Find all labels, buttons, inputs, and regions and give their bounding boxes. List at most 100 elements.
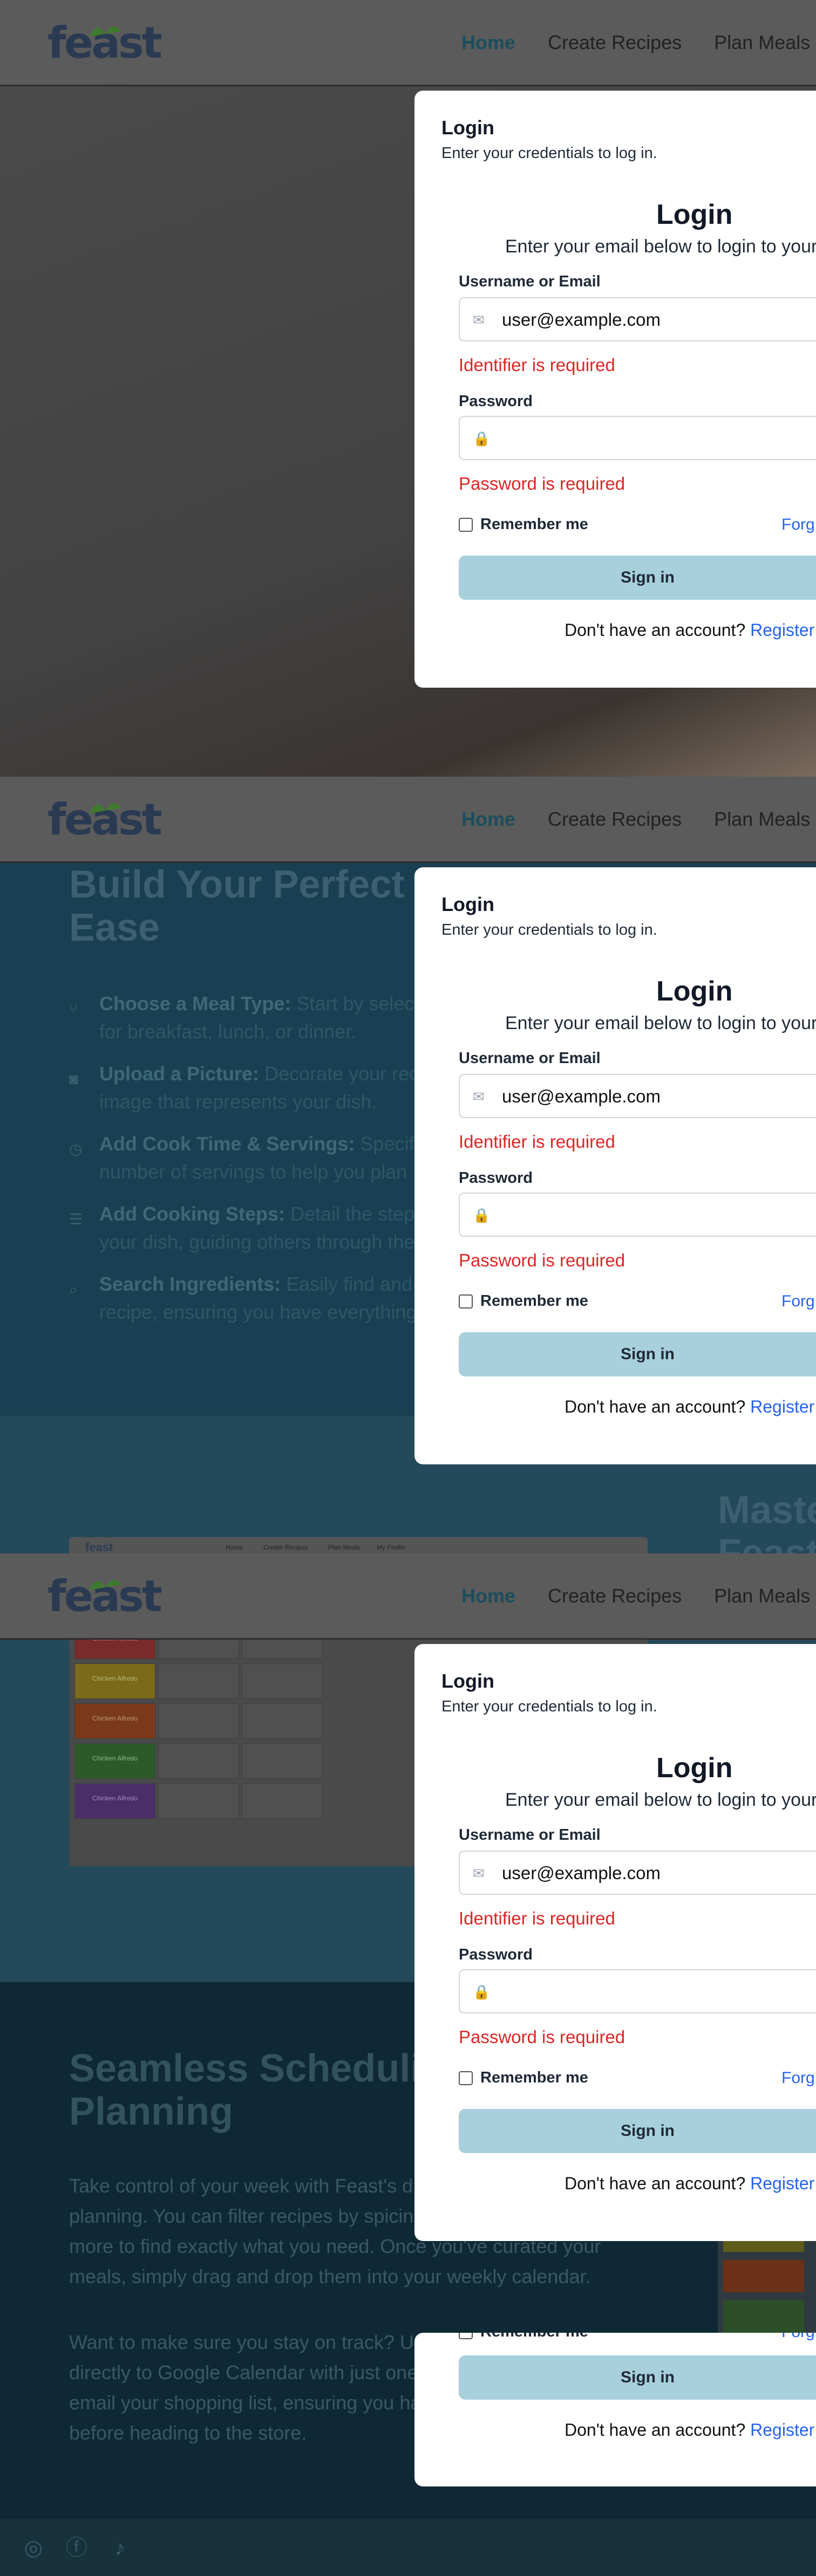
remember-checkbox[interactable] [459, 1294, 473, 1308]
identifier-input[interactable] [502, 307, 816, 333]
register-link[interactable]: Register [750, 1397, 814, 1416]
preview-meal-card: Chicken Alfredo [74, 1743, 155, 1779]
identifier-error: Identifier is required [459, 1908, 615, 1928]
leaf-icon [89, 803, 121, 813]
preview-meal-card: Chicken Alfredo [74, 1703, 155, 1739]
login-modal: Login Enter your credentials to log in. … [414, 1644, 816, 2241]
preview-grid-cell [158, 1703, 239, 1739]
register-link[interactable]: Register [750, 620, 814, 640]
nav-home[interactable]: Home [461, 31, 515, 54]
main-nav: Home Create Recipes Plan Meals [461, 31, 810, 54]
leaf-icon [89, 26, 121, 37]
password-label: Password [459, 1169, 533, 1187]
instagram-icon[interactable]: ◎ [22, 2536, 45, 2560]
site-header: feast Home Create Recipes Plan Meals [0, 777, 816, 863]
password-error: Password is required [459, 1250, 625, 1270]
login-modal: Login Enter your credentials to log in. … [414, 867, 816, 1464]
password-error: Password is required [459, 474, 625, 494]
no-account-text: Don't have an account? Register [565, 2174, 815, 2193]
preview-nav-create: Create Recipes [263, 1544, 308, 1551]
footer: ◎ ⓕ ♪ [0, 2519, 816, 2576]
twitter-icon[interactable]: ♪ [108, 2536, 132, 2560]
remember-me[interactable]: Remember me [459, 2069, 588, 2087]
nav-plan-meals[interactable]: Plan Meals [714, 31, 810, 54]
identifier-error: Identifier is required [459, 355, 615, 375]
remember-checkbox[interactable] [459, 2333, 473, 2339]
preview-meal-card: Chicken Alfredo [74, 1783, 155, 1819]
leaf-icon [89, 1580, 121, 1590]
remember-me[interactable]: Remember me [459, 1292, 588, 1310]
sign-in-button[interactable]: Sign in [459, 1332, 816, 1376]
feature-steps: ☰ Add Cooking Steps: Detail the steps your… [69, 1203, 425, 1253]
card-subtitle: Enter your email below to login to your … [505, 1013, 816, 1033]
preview-grid-cell [242, 1703, 323, 1739]
identifier-field[interactable]: ✉ [459, 297, 816, 341]
mail-icon: ✉ [473, 312, 485, 328]
remember-label: Remember me [480, 2333, 588, 2341]
register-link[interactable]: Register [750, 2174, 814, 2193]
remember-label: Remember me [480, 516, 588, 533]
identifier-input[interactable] [502, 1860, 816, 1886]
password-field[interactable]: 🔒 [459, 416, 816, 460]
nav-create-recipes[interactable]: Create Recipes [548, 808, 682, 831]
nav-plan-meals[interactable]: Plan Meals [714, 1585, 810, 1607]
sched-title: Seamless Scheduli Planning [69, 2047, 421, 2133]
feature-search: ⌕ Search Ingredients: Easily find and reci… [69, 1273, 417, 1323]
card-subtitle: Enter your email below to login to your … [505, 236, 816, 257]
mail-icon: ✉ [473, 1865, 485, 1881]
remember-checkbox[interactable] [459, 517, 473, 532]
nav-plan-meals[interactable]: Plan Meals [714, 808, 810, 831]
nav-home[interactable]: Home [461, 1585, 515, 1607]
card-title: Login [656, 199, 733, 230]
sign-in-button[interactable]: Sign in [459, 2355, 816, 2400]
password-input[interactable] [502, 1202, 816, 1228]
remember-me[interactable]: Remember me [459, 516, 588, 533]
clock-icon: ◷ [69, 1141, 83, 1157]
forgot-password-link[interactable]: Forg [781, 2069, 815, 2087]
thumb-meal-card [723, 2260, 804, 2292]
modal-title: Login [441, 893, 494, 915]
card-title: Login [656, 1752, 733, 1784]
preview-grid-cell [158, 1783, 239, 1819]
identifier-field[interactable]: ✉ [459, 1851, 816, 1895]
facebook-icon[interactable]: ⓕ [65, 2536, 89, 2560]
lock-icon: 🔒 [473, 430, 491, 447]
remember-me[interactable]: Remember me [459, 2333, 588, 2341]
main-nav: Home Create Recipes Plan Meals [461, 808, 810, 831]
remember-checkbox[interactable] [459, 2071, 473, 2085]
identifier-field[interactable]: ✉ [459, 1074, 816, 1118]
no-account-text: Don't have an account? Register [565, 1397, 815, 1416]
sign-in-button[interactable]: Sign in [459, 2109, 816, 2153]
card-subtitle: Enter your email below to login to your … [505, 1790, 816, 1810]
forgot-password-link[interactable]: Forg [781, 2333, 815, 2341]
register-link[interactable]: Register [750, 2420, 814, 2440]
password-field[interactable]: 🔒 [459, 1193, 816, 1237]
nav-create-recipes[interactable]: Create Recipes [548, 1585, 682, 1607]
preview-grid-cell [242, 1663, 323, 1699]
forgot-password-link[interactable]: Forg [781, 1292, 815, 1311]
identifier-input[interactable] [502, 1084, 816, 1109]
password-input[interactable] [502, 1979, 816, 2005]
modal-title: Login [441, 1670, 494, 1692]
no-account-text: Don't have an account? Register [565, 620, 815, 640]
search-icon: ⌕ [69, 1281, 78, 1298]
main-nav: Home Create Recipes Plan Meals [461, 1585, 810, 1607]
nav-home[interactable]: Home [461, 808, 515, 831]
modal-title: Login [441, 117, 494, 139]
sign-in-button[interactable]: Sign in [459, 556, 816, 600]
camera-icon: ◙ [69, 1071, 78, 1087]
card-title: Login [656, 976, 733, 1007]
password-input[interactable] [502, 426, 816, 451]
password-field[interactable]: 🔒 [459, 1969, 816, 2013]
password-label: Password [459, 393, 533, 410]
site-header: feast Home Create Recipes Plan Meals [0, 0, 816, 86]
preview-logo: feast [85, 1540, 113, 1554]
password-label: Password [459, 1946, 533, 1963]
utensils-icon: ⑂ [69, 1001, 78, 1017]
nav-create-recipes[interactable]: Create Recipes [548, 31, 682, 54]
forgot-password-link[interactable]: Forg [781, 516, 815, 534]
login-modal-partial: Remember me Forg Sign in Don't have an a… [414, 2333, 816, 2486]
identifier-error: Identifier is required [459, 1132, 615, 1152]
preview-nav-profile: My Profile [377, 1544, 406, 1551]
remember-label: Remember me [480, 2069, 588, 2086]
